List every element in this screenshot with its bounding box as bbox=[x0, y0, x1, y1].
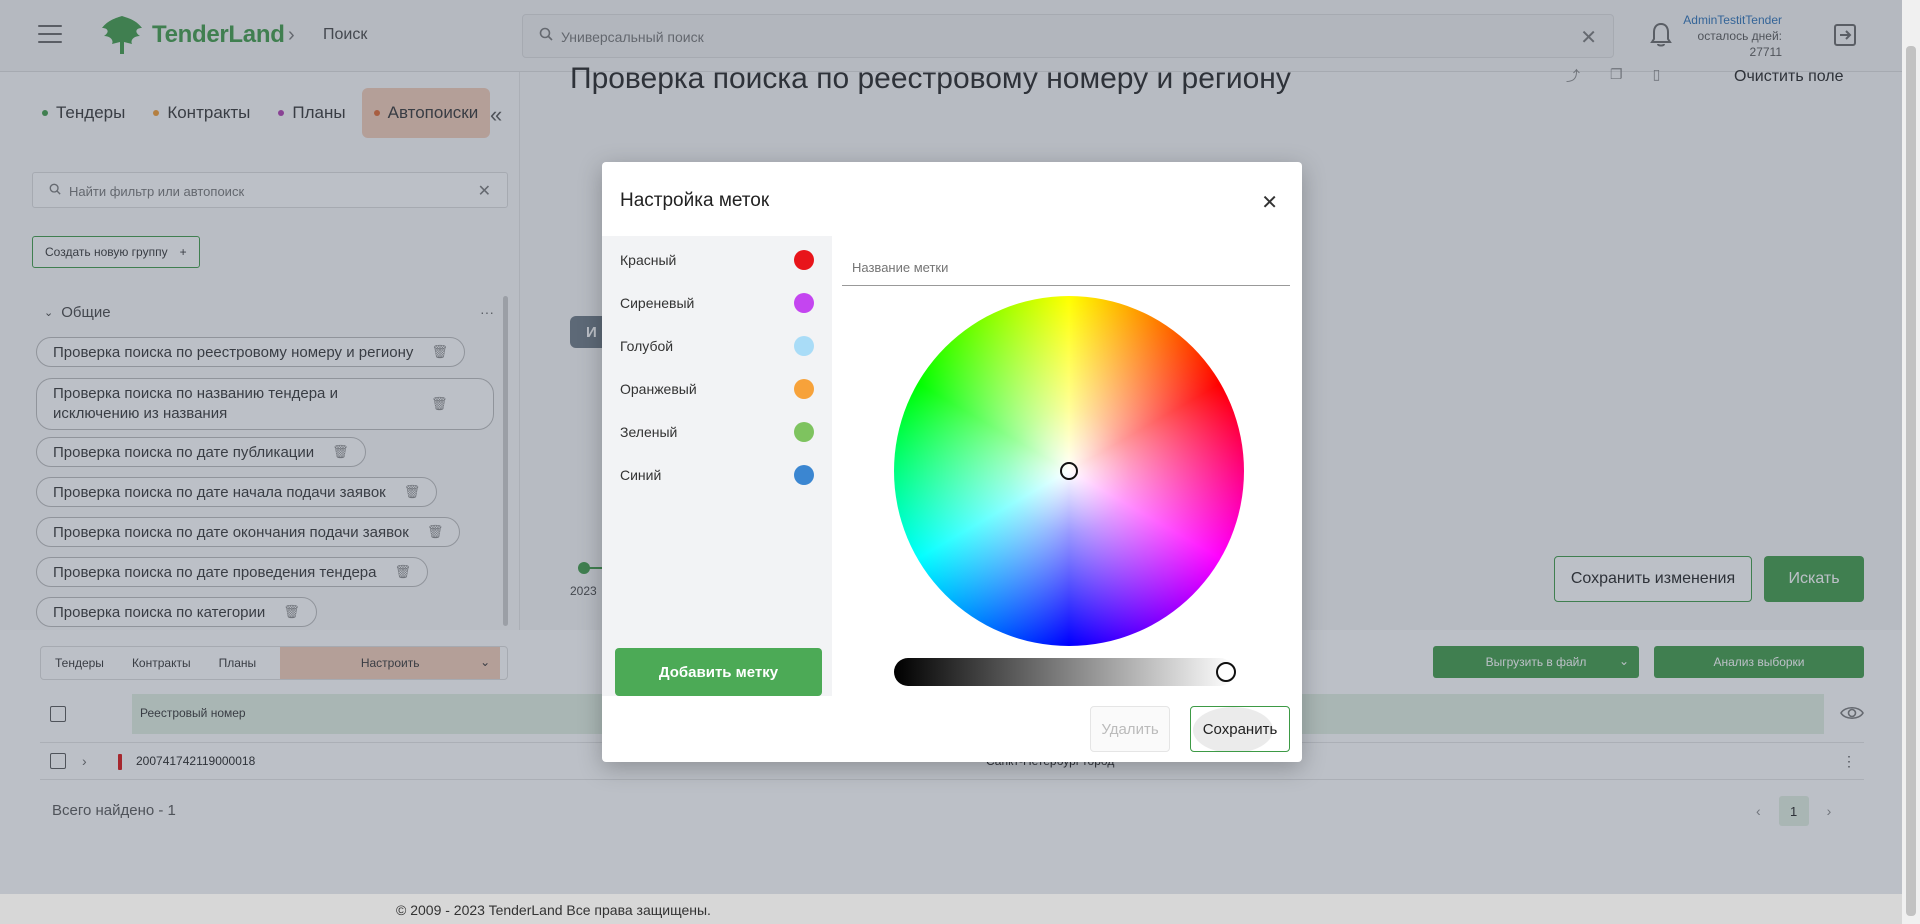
add-label-button[interactable]: Добавить метку bbox=[615, 648, 822, 696]
labels-list: Красный Сиреневый Голубой Оранжевый Зеле… bbox=[602, 236, 832, 696]
color-swatch[interactable] bbox=[794, 293, 814, 313]
dialog-title: Настройка меток bbox=[620, 190, 770, 211]
label-name: Оранжевый bbox=[620, 381, 697, 397]
scrollbar-thumb[interactable] bbox=[1906, 46, 1916, 916]
color-swatch[interactable] bbox=[794, 465, 814, 485]
label-settings-dialog: Настройка меток ✕ Красный Сиреневый Голу… bbox=[602, 162, 1302, 762]
color-swatch[interactable] bbox=[794, 336, 814, 356]
footer: © 2009 - 2023 TenderLand Все права защищ… bbox=[0, 894, 1902, 924]
save-label: Сохранить bbox=[1202, 720, 1278, 738]
label-name-input[interactable] bbox=[842, 250, 1290, 286]
brightness-slider[interactable] bbox=[894, 658, 1234, 686]
label-name: Красный bbox=[620, 252, 677, 268]
label-name: Синий bbox=[620, 467, 662, 483]
copyright: © 2009 - 2023 TenderLand Все права защищ… bbox=[396, 902, 711, 918]
page-scrollbar[interactable] bbox=[1902, 0, 1920, 924]
color-swatch[interactable] bbox=[794, 250, 814, 270]
save-button[interactable]: Сохранить bbox=[1190, 706, 1290, 752]
label-name: Сиреневый bbox=[620, 295, 695, 311]
delete-button[interactable]: Удалить bbox=[1090, 706, 1170, 752]
label-name: Голубой bbox=[620, 338, 674, 354]
color-swatch[interactable] bbox=[794, 379, 814, 399]
color-swatch[interactable] bbox=[794, 422, 814, 442]
brightness-slider-handle[interactable] bbox=[1216, 662, 1236, 682]
label-name: Зеленый bbox=[620, 424, 678, 440]
color-wheel-handle[interactable] bbox=[1060, 462, 1078, 480]
close-icon[interactable]: ✕ bbox=[1261, 190, 1278, 215]
color-editor bbox=[832, 236, 1302, 696]
